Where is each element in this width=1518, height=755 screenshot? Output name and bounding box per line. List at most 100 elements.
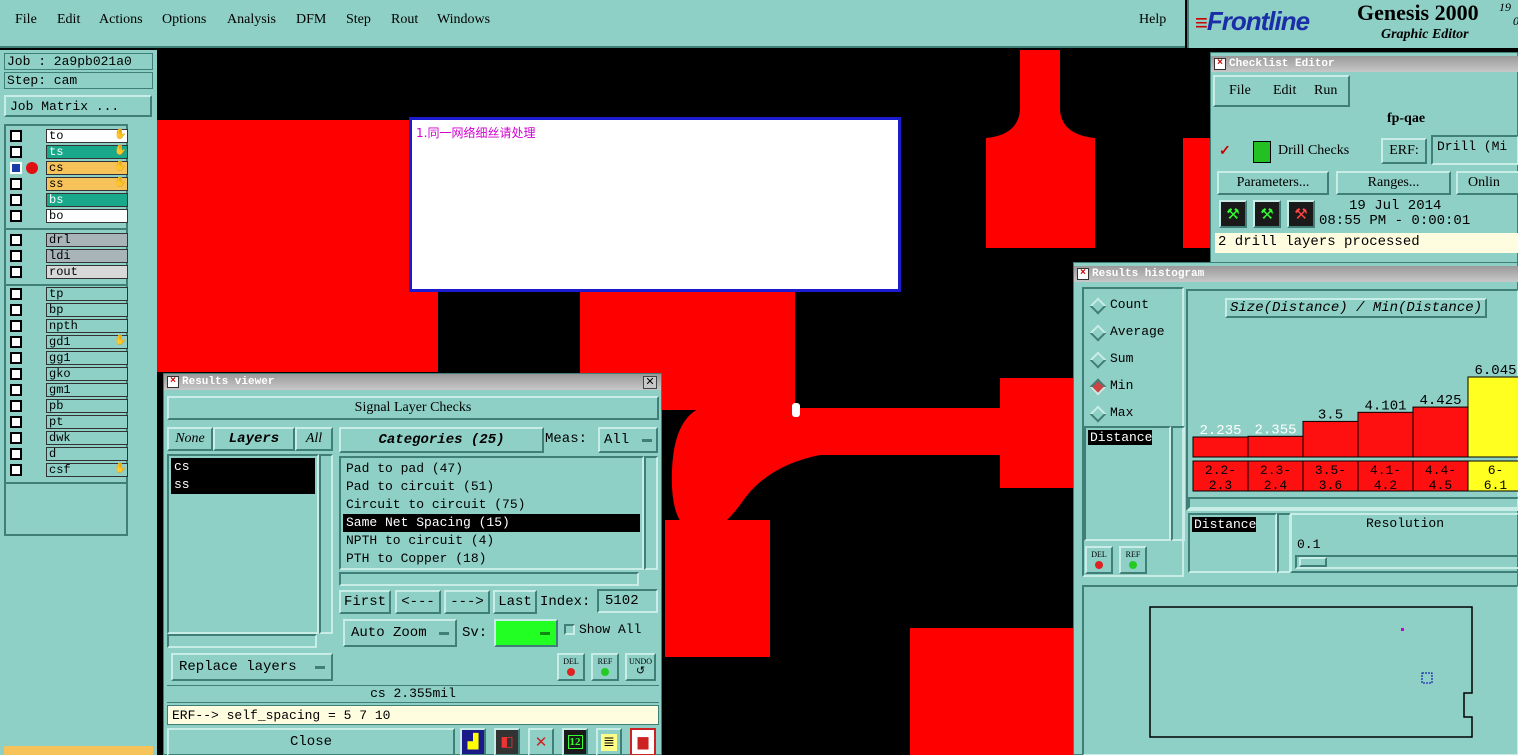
run-icon-3[interactable]: ⚒ — [1287, 200, 1315, 228]
categories-vscroll[interactable] — [644, 456, 658, 570]
menu-options[interactable]: Options — [162, 12, 206, 28]
layer-row-pb[interactable]: pb — [6, 398, 128, 414]
all-layers-button[interactable]: All — [295, 427, 333, 451]
layer-name[interactable]: rout — [46, 265, 128, 279]
resolution-slider-thumb[interactable] — [1299, 557, 1327, 567]
histogram-delete-button[interactable]: DEL — [1085, 546, 1113, 574]
run-icon-2[interactable]: ⚒ — [1253, 200, 1281, 228]
layer-name[interactable]: gg1 — [46, 351, 128, 365]
layer-result-item[interactable]: cs — [171, 458, 315, 476]
mode-radio-max[interactable] — [1089, 405, 1107, 423]
histogram-tool-button[interactable]: ▆ — [630, 728, 656, 755]
layer-visibility-checkbox[interactable] — [10, 210, 22, 222]
resolution-slider[interactable] — [1295, 555, 1518, 569]
layer-visibility-checkbox[interactable] — [10, 266, 22, 278]
layer-visibility-checkbox[interactable] — [10, 320, 22, 332]
parameters-button[interactable]: Parameters... — [1217, 171, 1329, 195]
overview-map[interactable] — [1082, 585, 1518, 755]
layer-name[interactable]: tp — [46, 287, 128, 301]
histogram-bar[interactable] — [1467, 376, 1518, 458]
count-tool-button[interactable]: 12 — [562, 728, 588, 755]
category-item[interactable]: Same Net Spacing (15) — [343, 514, 640, 532]
run-icon-1[interactable]: ⚒ — [1219, 200, 1247, 228]
layer-visibility-checkbox[interactable] — [10, 234, 22, 246]
mode-radio-average[interactable] — [1089, 324, 1107, 342]
checklist-titlebar[interactable]: × Checklist Editor — [1211, 56, 1518, 72]
mode-label[interactable]: Average — [1110, 324, 1165, 339]
close-button[interactable]: Close — [167, 728, 455, 755]
layer-row-npth[interactable]: npth — [6, 318, 128, 334]
layer-row-csf[interactable]: csf ✋ — [6, 462, 128, 478]
category-item[interactable]: Pad to pad (47) — [343, 460, 640, 478]
field-list-vscroll[interactable] — [1171, 426, 1185, 541]
chart-hscroll[interactable] — [1188, 497, 1518, 509]
layer-visibility-checkbox[interactable] — [10, 400, 22, 412]
mode-label[interactable]: Sum — [1110, 351, 1133, 366]
next-button[interactable]: ---> — [444, 590, 490, 614]
ranges-button[interactable]: Ranges... — [1336, 171, 1451, 195]
layer-visibility-checkbox[interactable] — [10, 146, 22, 158]
categories-hscroll[interactable] — [339, 572, 639, 586]
layer-name[interactable]: gko — [46, 367, 128, 381]
window-menu-icon[interactable]: × — [1214, 58, 1226, 70]
reference-button[interactable]: REF — [591, 653, 619, 681]
undo-button[interactable]: UNDO ↺ — [625, 653, 656, 681]
menu-step[interactable]: Step — [346, 12, 371, 28]
layer-row-tp[interactable]: tp — [6, 286, 128, 302]
checklist-menu-file[interactable]: File — [1229, 83, 1251, 99]
layers-button[interactable]: Layers — [213, 427, 295, 451]
histogram-titlebar[interactable]: × Results histogram — [1074, 266, 1518, 282]
menu-dfm[interactable]: DFM — [296, 12, 326, 28]
mode-label[interactable]: Count — [1110, 297, 1149, 312]
layer-visibility-checkbox[interactable] — [10, 416, 22, 428]
layer-row-d[interactable]: d — [6, 446, 128, 462]
categories-header[interactable]: Categories (25) — [339, 427, 544, 453]
sort-field-item[interactable]: Distance — [1192, 517, 1257, 532]
layer-list-hscroll[interactable] — [167, 634, 317, 648]
mode-label[interactable]: Max — [1110, 405, 1133, 420]
layer-visibility-checkbox[interactable] — [10, 250, 22, 262]
layer-visibility-checkbox[interactable] — [10, 464, 22, 476]
check-enabled-icon[interactable]: ✓ — [1219, 143, 1231, 160]
categories-list[interactable]: Pad to pad (47) Pad to circuit (51) Circui… — [339, 456, 644, 570]
layer-visibility-checkbox[interactable] — [10, 194, 22, 206]
layer-visibility-checkbox[interactable] — [10, 448, 22, 460]
layer-row-bp[interactable]: bp — [6, 302, 128, 318]
sv-color-dropdown[interactable] — [494, 619, 558, 647]
mode-radio-count[interactable] — [1089, 297, 1107, 315]
layer-row-dwk[interactable]: dwk — [6, 430, 128, 446]
histogram-bar[interactable] — [1247, 435, 1304, 458]
mode-radio-sum[interactable] — [1089, 351, 1107, 369]
replace-layers-dropdown[interactable]: Replace layers — [171, 653, 333, 681]
layer-name[interactable]: pb — [46, 399, 128, 413]
delete-result-button[interactable]: DEL — [557, 653, 585, 681]
layer-name[interactable]: ldi — [46, 249, 128, 263]
job-matrix-button[interactable]: Job Matrix ... — [4, 95, 152, 117]
histogram-bar[interactable] — [1302, 420, 1359, 458]
layer-row-bs[interactable]: bs — [6, 192, 128, 208]
layer-row-ldi[interactable]: ldi — [6, 248, 128, 264]
note-box[interactable]: 1.同一网络细丝请处理 — [409, 117, 901, 292]
index-input[interactable]: 5102 — [597, 589, 658, 613]
clear-results-button[interactable]: ✕ — [528, 728, 554, 755]
layer-name[interactable]: bp — [46, 303, 128, 317]
field-item[interactable]: Distance — [1088, 430, 1153, 445]
menu-file[interactable]: File — [15, 12, 37, 28]
layer-visibility-checkbox[interactable] — [10, 336, 22, 348]
layer-visibility-checkbox[interactable] — [10, 288, 22, 300]
layer-result-item[interactable]: ss — [171, 476, 315, 494]
layer-row-to[interactable]: to ✋ — [6, 128, 128, 144]
layer-visibility-checkbox[interactable] — [10, 384, 22, 396]
last-button[interactable]: Last — [493, 590, 537, 614]
histogram-bar[interactable] — [1192, 436, 1249, 458]
layer-list-vscroll[interactable] — [319, 454, 333, 634]
histogram-chart[interactable]: 2.235 2.2-2.3 2.355 2.3-2.4 3.5 3.5-3.6 4.101 4… — [1188, 291, 1518, 513]
layer-row-drl[interactable]: drl — [6, 232, 128, 248]
layer-name[interactable]: d — [46, 447, 128, 461]
none-button[interactable]: None — [167, 427, 213, 451]
layer-name[interactable]: bs — [46, 193, 128, 207]
show-all-checkbox[interactable] — [564, 624, 575, 635]
layer-visibility-checkbox[interactable] — [10, 130, 22, 142]
meas-dropdown[interactable]: All — [598, 427, 658, 453]
histogram-reference-button[interactable]: REF — [1119, 546, 1147, 574]
